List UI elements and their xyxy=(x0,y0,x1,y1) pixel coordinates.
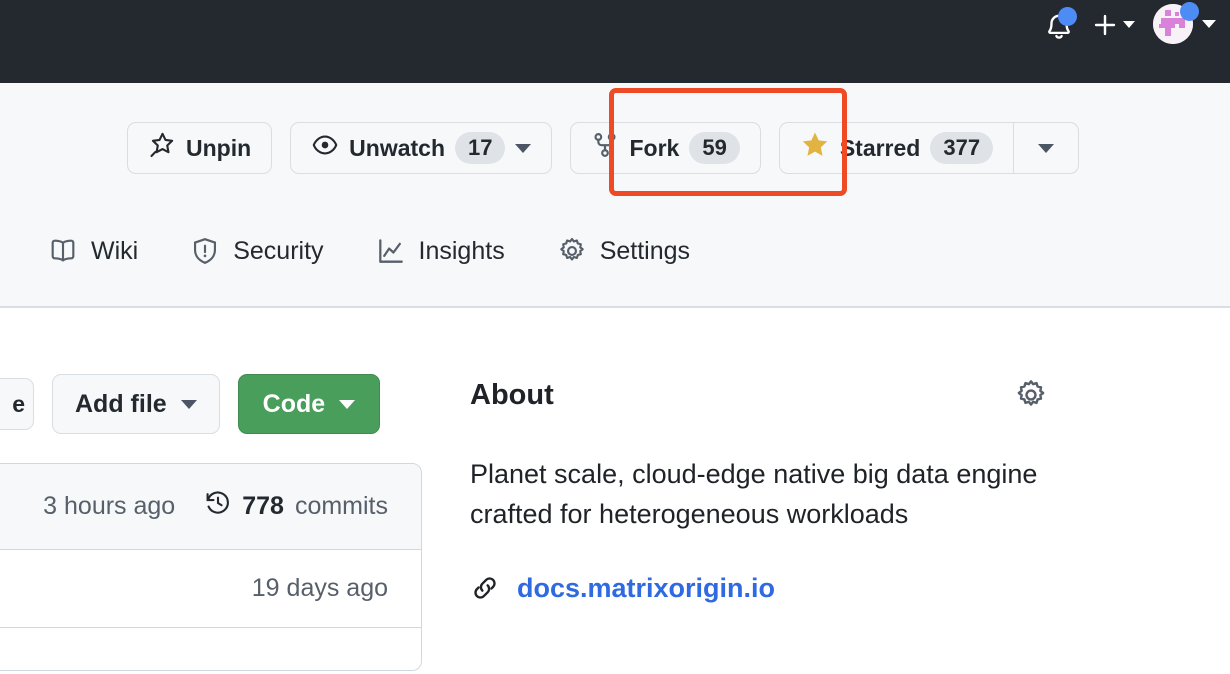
file-list-box: 3 hours ago 778 commits 19 days ago xyxy=(0,463,422,671)
tab-wiki[interactable]: Wiki xyxy=(48,236,162,266)
commits-label: commits xyxy=(294,492,388,520)
about-panel: About Planet scale, cloud-edge native bi… xyxy=(470,378,1070,604)
global-header-actions xyxy=(1044,0,1216,48)
table-row[interactable]: 19 days ago xyxy=(0,550,421,628)
plus-icon[interactable] xyxy=(1092,9,1118,39)
chevron-down-icon[interactable] xyxy=(1038,143,1055,153)
tab-settings[interactable]: Settings xyxy=(557,236,714,266)
chevron-down-icon[interactable] xyxy=(515,143,532,153)
go-to-file-label: e xyxy=(12,390,25,417)
starred-button[interactable]: Starred 377 xyxy=(778,122,1014,174)
code-label: Code xyxy=(262,389,326,418)
repo-nav-tabs: Wiki Security Insights Settings xyxy=(48,236,742,266)
add-file-label: Add file xyxy=(75,389,167,418)
tab-settings-label: Settings xyxy=(599,236,691,265)
pin-slash-icon xyxy=(148,131,176,165)
watch-count: 17 xyxy=(455,132,506,164)
add-file-button[interactable]: Add file xyxy=(52,374,220,434)
latest-commit-time: 3 hours ago xyxy=(43,492,176,520)
star-button-group: Starred 377 xyxy=(778,122,1080,174)
page-title: About xyxy=(470,378,554,411)
tab-insights[interactable]: Insights xyxy=(376,236,529,266)
unpin-button[interactable]: Unpin xyxy=(127,122,273,174)
repo-forked-icon xyxy=(591,131,619,165)
tab-wiki-label: Wiki xyxy=(91,236,139,265)
about-description: Planet scale, cloud-edge native big data… xyxy=(470,459,1038,529)
github-repo-page: Unpin Unwatch 17 Fork 59 Starred 377 Wik… xyxy=(0,0,1230,674)
chevron-down-icon[interactable] xyxy=(339,399,356,409)
tab-insights-label: Insights xyxy=(418,236,505,265)
starred-label: Starred xyxy=(839,134,921,161)
file-row-time: 19 days ago xyxy=(251,574,388,602)
link-icon xyxy=(470,573,500,603)
notifications-button[interactable] xyxy=(1044,7,1077,41)
about-settings-gear-icon[interactable] xyxy=(1014,378,1048,412)
star-options-button[interactable] xyxy=(1013,122,1080,174)
gear-icon xyxy=(557,236,587,266)
create-new-button[interactable] xyxy=(1092,9,1135,39)
star-count: 377 xyxy=(930,132,994,164)
unwatch-label: Unwatch xyxy=(349,134,445,161)
eye-icon xyxy=(311,131,339,165)
avatar[interactable] xyxy=(1153,2,1199,46)
repo-header xyxy=(0,83,1230,308)
graph-icon xyxy=(376,236,406,266)
table-row[interactable] xyxy=(0,628,421,670)
history-icon xyxy=(205,490,231,523)
shield-alert-icon xyxy=(190,236,220,266)
global-header xyxy=(0,0,1230,83)
book-icon xyxy=(48,236,78,266)
commits-count: 778 xyxy=(242,492,284,520)
latest-commit-bar: 3 hours ago 778 commits xyxy=(0,464,421,550)
tab-security-label: Security xyxy=(233,236,324,265)
about-header: About xyxy=(470,378,1048,412)
notification-indicator-dot xyxy=(1058,7,1077,26)
commits-link[interactable]: 778 commits xyxy=(205,490,388,523)
star-filled-icon xyxy=(800,130,830,166)
user-menu-button[interactable] xyxy=(1153,2,1216,46)
chevron-down-icon[interactable] xyxy=(180,399,197,409)
chevron-down-icon[interactable] xyxy=(1123,20,1135,28)
tab-security[interactable]: Security xyxy=(190,236,347,266)
code-button[interactable]: Code xyxy=(237,374,381,434)
bell-icon[interactable] xyxy=(1044,7,1077,41)
file-action-buttons: e Add file Code xyxy=(0,374,381,434)
unwatch-button[interactable]: Unwatch 17 xyxy=(290,122,553,174)
unpin-label: Unpin xyxy=(186,134,252,161)
fork-button[interactable]: Fork 59 xyxy=(570,122,761,174)
chevron-down-icon[interactable] xyxy=(1202,20,1216,28)
go-to-file-button[interactable]: e xyxy=(0,378,34,430)
user-status-indicator-dot xyxy=(1180,2,1199,21)
about-homepage-row: docs.matrixorigin.io xyxy=(470,573,1070,604)
homepage-link[interactable]: docs.matrixorigin.io xyxy=(517,573,775,604)
fork-label: Fork xyxy=(629,134,680,161)
fork-count: 59 xyxy=(689,132,740,164)
repo-action-buttons: Unpin Unwatch 17 Fork 59 Starred 377 xyxy=(127,122,1080,174)
